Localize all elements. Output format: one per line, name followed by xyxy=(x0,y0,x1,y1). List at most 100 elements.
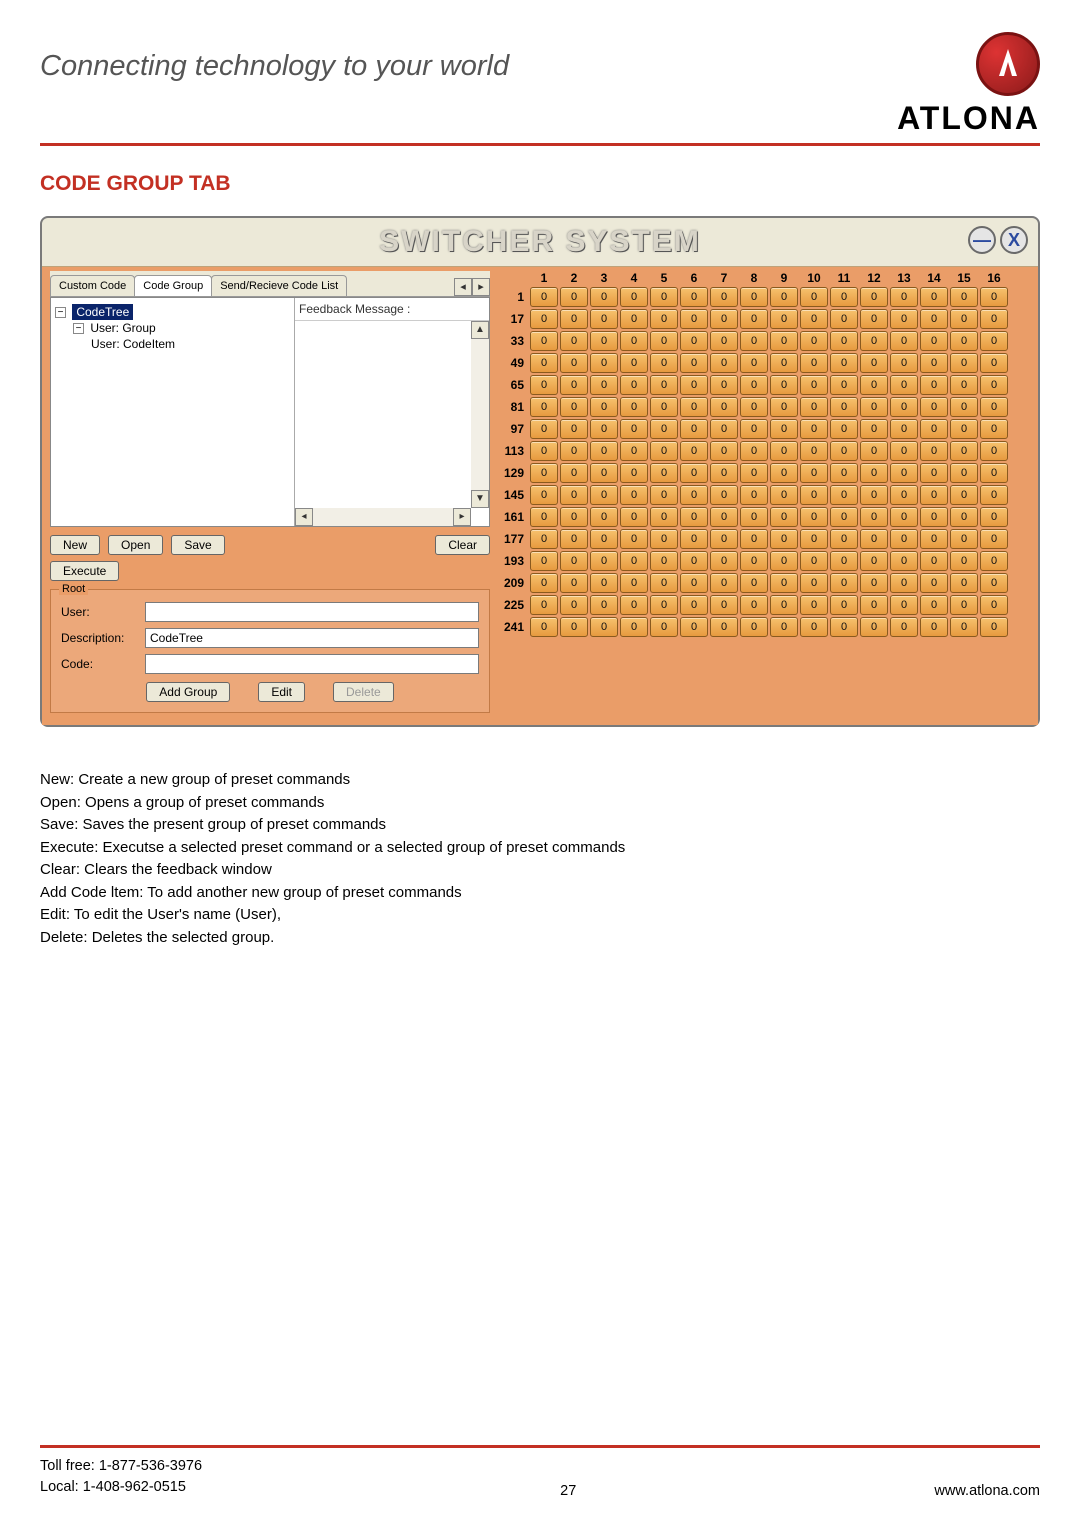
grid-cell[interactable]: 0 xyxy=(860,551,888,571)
grid-cell[interactable]: 0 xyxy=(860,331,888,351)
grid-cell[interactable]: 0 xyxy=(530,551,558,571)
grid-cell[interactable]: 0 xyxy=(980,617,1008,637)
new-button[interactable]: New xyxy=(50,535,100,555)
grid-cell[interactable]: 0 xyxy=(890,375,918,395)
grid-cell[interactable]: 0 xyxy=(800,507,828,527)
grid-cell[interactable]: 0 xyxy=(680,331,708,351)
grid-cell[interactable]: 0 xyxy=(770,419,798,439)
grid-cell[interactable]: 0 xyxy=(890,419,918,439)
grid-cell[interactable]: 0 xyxy=(770,463,798,483)
grid-cell[interactable]: 0 xyxy=(860,419,888,439)
grid-cell[interactable]: 0 xyxy=(770,617,798,637)
grid-cell[interactable]: 0 xyxy=(740,353,768,373)
grid-cell[interactable]: 0 xyxy=(710,573,738,593)
grid-cell[interactable]: 0 xyxy=(680,397,708,417)
tree-node-codetree[interactable]: CodeTree xyxy=(72,304,133,320)
grid-cell[interactable]: 0 xyxy=(800,573,828,593)
grid-cell[interactable]: 0 xyxy=(800,595,828,615)
grid-cell[interactable]: 0 xyxy=(950,397,978,417)
grid-cell[interactable]: 0 xyxy=(770,551,798,571)
grid-cell[interactable]: 0 xyxy=(890,397,918,417)
grid-cell[interactable]: 0 xyxy=(530,331,558,351)
grid-cell[interactable]: 0 xyxy=(650,419,678,439)
grid-cell[interactable]: 0 xyxy=(740,309,768,329)
grid-cell[interactable]: 0 xyxy=(920,463,948,483)
grid-cell[interactable]: 0 xyxy=(530,595,558,615)
grid-cell[interactable]: 0 xyxy=(710,617,738,637)
grid-cell[interactable]: 0 xyxy=(680,375,708,395)
grid-cell[interactable]: 0 xyxy=(560,441,588,461)
grid-cell[interactable]: 0 xyxy=(980,353,1008,373)
scrollbar-horizontal[interactable] xyxy=(313,508,453,526)
grid-cell[interactable]: 0 xyxy=(590,617,618,637)
grid-cell[interactable]: 0 xyxy=(920,595,948,615)
grid-cell[interactable]: 0 xyxy=(830,551,858,571)
grid-cell[interactable]: 0 xyxy=(920,617,948,637)
grid-cell[interactable]: 0 xyxy=(920,441,948,461)
grid-cell[interactable]: 0 xyxy=(980,419,1008,439)
grid-cell[interactable]: 0 xyxy=(620,441,648,461)
grid-cell[interactable]: 0 xyxy=(620,617,648,637)
grid-cell[interactable]: 0 xyxy=(740,485,768,505)
grid-cell[interactable]: 0 xyxy=(650,353,678,373)
grid-cell[interactable]: 0 xyxy=(530,353,558,373)
grid-cell[interactable]: 0 xyxy=(860,353,888,373)
grid-cell[interactable]: 0 xyxy=(650,485,678,505)
grid-cell[interactable]: 0 xyxy=(890,463,918,483)
grid-cell[interactable]: 0 xyxy=(830,397,858,417)
grid-cell[interactable]: 0 xyxy=(530,309,558,329)
grid-cell[interactable]: 0 xyxy=(590,529,618,549)
grid-cell[interactable]: 0 xyxy=(620,419,648,439)
tab-scroll-right-icon[interactable]: ▸ xyxy=(472,278,490,296)
grid-cell[interactable]: 0 xyxy=(950,353,978,373)
grid-cell[interactable]: 0 xyxy=(920,551,948,571)
grid-cell[interactable]: 0 xyxy=(890,485,918,505)
grid-cell[interactable]: 0 xyxy=(560,309,588,329)
save-button[interactable]: Save xyxy=(171,535,224,555)
grid-cell[interactable]: 0 xyxy=(950,309,978,329)
grid-cell[interactable]: 0 xyxy=(770,287,798,307)
grid-cell[interactable]: 0 xyxy=(950,463,978,483)
tree-collapse-icon[interactable]: − xyxy=(55,307,66,318)
grid-cell[interactable]: 0 xyxy=(650,441,678,461)
grid-cell[interactable]: 0 xyxy=(830,331,858,351)
grid-cell[interactable]: 0 xyxy=(680,309,708,329)
grid-cell[interactable]: 0 xyxy=(710,595,738,615)
grid-cell[interactable]: 0 xyxy=(740,397,768,417)
grid-cell[interactable]: 0 xyxy=(950,617,978,637)
grid-cell[interactable]: 0 xyxy=(860,397,888,417)
grid-cell[interactable]: 0 xyxy=(920,419,948,439)
grid-cell[interactable]: 0 xyxy=(920,507,948,527)
grid-cell[interactable]: 0 xyxy=(710,309,738,329)
grid-cell[interactable]: 0 xyxy=(590,573,618,593)
grid-cell[interactable]: 0 xyxy=(950,507,978,527)
grid-cell[interactable]: 0 xyxy=(890,551,918,571)
website-link[interactable]: www.atlona.com xyxy=(934,1483,1040,1499)
grid-cell[interactable]: 0 xyxy=(950,573,978,593)
grid-cell[interactable]: 0 xyxy=(740,463,768,483)
grid-cell[interactable]: 0 xyxy=(620,331,648,351)
grid-cell[interactable]: 0 xyxy=(860,463,888,483)
grid-cell[interactable]: 0 xyxy=(740,573,768,593)
grid-cell[interactable]: 0 xyxy=(770,595,798,615)
grid-cell[interactable]: 0 xyxy=(830,529,858,549)
grid-cell[interactable]: 0 xyxy=(560,595,588,615)
grid-cell[interactable]: 0 xyxy=(530,375,558,395)
grid-cell[interactable]: 0 xyxy=(800,287,828,307)
grid-cell[interactable]: 0 xyxy=(950,595,978,615)
grid-cell[interactable]: 0 xyxy=(650,551,678,571)
grid-cell[interactable]: 0 xyxy=(980,507,1008,527)
grid-cell[interactable]: 0 xyxy=(980,463,1008,483)
scroll-down-icon[interactable]: ▼ xyxy=(471,490,489,508)
grid-cell[interactable]: 0 xyxy=(890,529,918,549)
grid-cell[interactable]: 0 xyxy=(830,573,858,593)
grid-cell[interactable]: 0 xyxy=(620,463,648,483)
grid-cell[interactable]: 0 xyxy=(620,507,648,527)
grid-cell[interactable]: 0 xyxy=(650,309,678,329)
grid-cell[interactable]: 0 xyxy=(650,331,678,351)
grid-cell[interactable]: 0 xyxy=(590,375,618,395)
grid-cell[interactable]: 0 xyxy=(890,441,918,461)
grid-cell[interactable]: 0 xyxy=(800,529,828,549)
grid-cell[interactable]: 0 xyxy=(530,529,558,549)
scroll-left-icon[interactable]: ◂ xyxy=(295,508,313,526)
